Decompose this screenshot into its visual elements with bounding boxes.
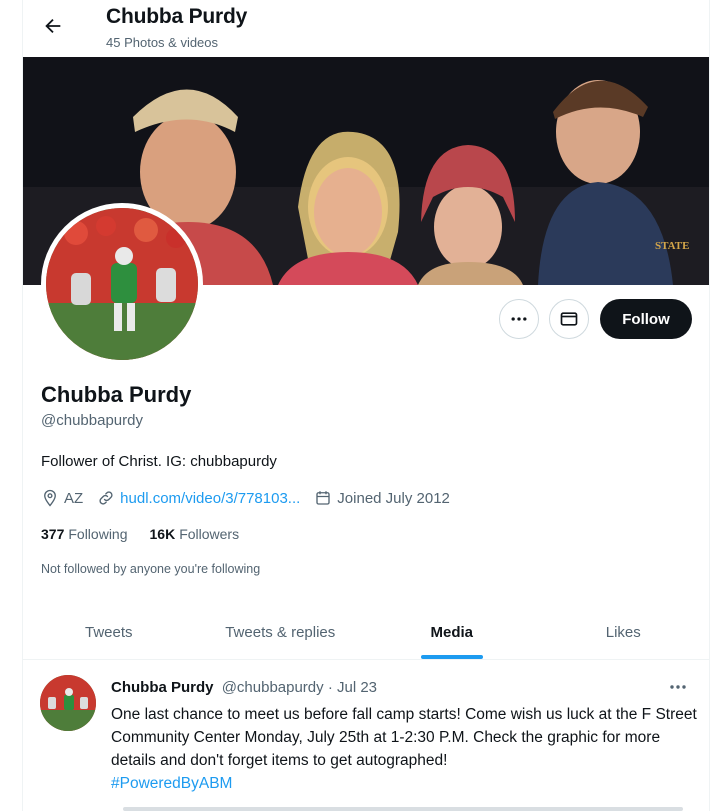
joined-item: Joined July 2012 — [314, 489, 450, 507]
profile-meta: AZ hudl.com/video/3/778103... Joined Jul… — [41, 487, 464, 509]
tab-label: Media — [430, 624, 473, 641]
tab-tweets[interactable]: Tweets — [23, 606, 195, 659]
calendar-icon — [316, 491, 330, 505]
tweet[interactable]: Chubba Purdy @chubbapurdy · Jul 23 One l… — [23, 661, 709, 811]
tweet-body: One last chance to meet us before fall c… — [111, 703, 701, 795]
tab-media[interactable]: Media — [366, 606, 538, 659]
location-text: AZ — [64, 489, 84, 507]
profile-name: Chubba Purdy — [41, 382, 192, 407]
website-item[interactable]: hudl.com/video/3/778103... — [97, 489, 300, 507]
joined-text: Joined July 2012 — [337, 489, 450, 507]
more-icon — [511, 317, 527, 321]
header-name: Chubba Purdy — [106, 5, 248, 28]
followers-count: 16K — [149, 526, 176, 542]
followers-count-link[interactable]: 16K Followers — [150, 526, 240, 542]
followers-label: Followers — [179, 526, 240, 542]
following-count: 377 — [41, 526, 65, 542]
tab-label: Tweets — [84, 624, 133, 641]
more-button[interactable] — [499, 299, 539, 339]
profile-avatar[interactable] — [41, 203, 203, 365]
location-icon — [44, 489, 56, 507]
media-preview-edge — [123, 807, 683, 811]
tweet-avatar-photo — [40, 675, 96, 731]
tweet-handle[interactable]: @chubbapurdy — [222, 679, 324, 696]
tab-label: Likes — [605, 624, 641, 641]
follow-counts: 377 Following 16K Followers — [41, 526, 261, 542]
follow-button[interactable]: Follow — [600, 299, 692, 339]
active-tab-indicator — [420, 655, 483, 659]
tweet-avatar[interactable] — [40, 675, 96, 731]
tweet-text: One last chance to meet us before fall c… — [111, 706, 697, 769]
media-count: 45 Photos & videos — [106, 35, 219, 50]
tab-likes[interactable]: Likes — [538, 606, 710, 659]
message-button[interactable] — [549, 299, 589, 339]
avatar-photo — [46, 208, 198, 360]
profile-page: Chubba Purdy 45 Photos & videos STATE Fo… — [22, 0, 710, 811]
back-arrow-icon[interactable] — [39, 12, 67, 40]
not-followed-notice: Not followed by anyone you're following — [41, 562, 261, 576]
tweet-date[interactable]: Jul 23 — [337, 679, 377, 696]
following-label: Following — [68, 526, 128, 542]
tab-tweets-replies[interactable]: Tweets & replies — [195, 606, 367, 659]
website-link[interactable]: hudl.com/video/3/778103... — [120, 490, 300, 507]
message-icon — [560, 312, 578, 326]
tab-label: Tweets & replies — [225, 624, 336, 641]
location-item: AZ — [41, 489, 83, 507]
profile-tabs: Tweets Tweets & replies Media Likes — [23, 606, 709, 660]
banner-emblem-text: STATE — [655, 240, 689, 252]
tweet-more-icon[interactable] — [666, 677, 690, 697]
tweet-author[interactable]: Chubba Purdy — [111, 679, 214, 696]
link-icon — [99, 491, 113, 505]
profile-bio: Follower of Christ. IG: chubbapurdy — [41, 453, 277, 470]
tweet-separator: · — [327, 679, 333, 696]
following-count-link[interactable]: 377 Following — [41, 526, 128, 542]
tweet-hashtag[interactable]: #PoweredByABM — [111, 772, 701, 795]
top-bar: Chubba Purdy 45 Photos & videos — [23, 0, 711, 56]
tweet-header: Chubba Purdy @chubbapurdy · Jul 23 — [111, 679, 377, 696]
profile-handle: @chubbapurdy — [41, 412, 143, 429]
